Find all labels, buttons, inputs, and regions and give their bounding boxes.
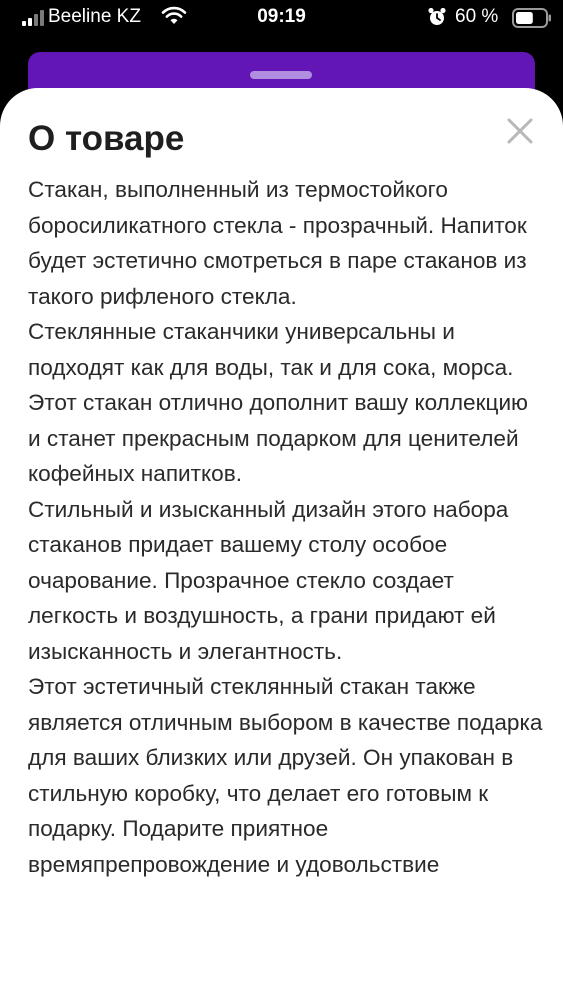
description-paragraph: Стеклянные стаканчики универсальны и под… — [28, 319, 529, 486]
battery-icon — [512, 8, 551, 28]
description-paragraph: Стильный и изысканный дизайн этого набор… — [28, 496, 509, 664]
description-paragraph: Этот эстетичный стеклянный стакан также … — [28, 674, 543, 877]
alarm-icon — [428, 7, 446, 25]
description-paragraph: Стакан, выполненный из термостойкого бор… — [28, 177, 527, 309]
battery-percent: 60 % — [455, 6, 499, 27]
sheet-grabber[interactable] — [250, 71, 312, 79]
modal-title: О товаре — [28, 119, 185, 158]
product-description: Стакан, выполненный из термостойкого бор… — [28, 172, 543, 882]
product-info-modal: О товаре Стакан, выполненный из термосто… — [0, 88, 563, 999]
status-bar: Beeline KZ 09:19 60 % — [0, 0, 563, 38]
close-icon[interactable] — [503, 114, 537, 148]
screen: Beeline KZ 09:19 60 % О товаре Стакан, в… — [0, 0, 563, 999]
